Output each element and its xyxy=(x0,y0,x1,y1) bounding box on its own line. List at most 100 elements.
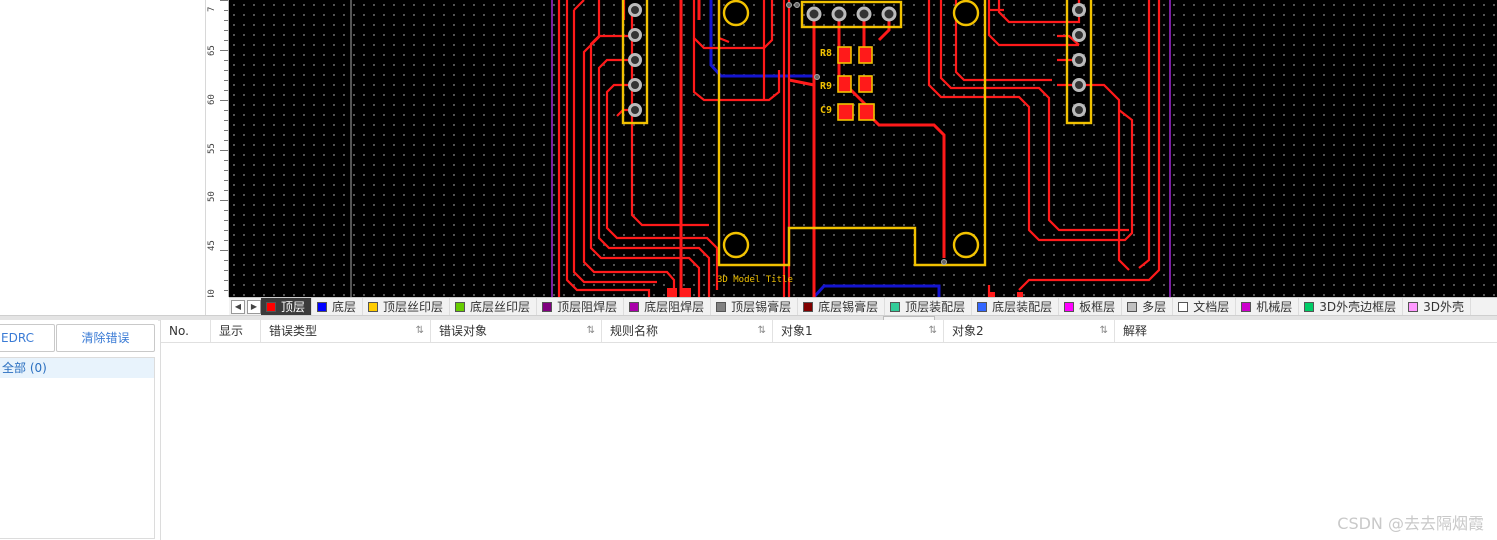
pcb-drawing: R8 R9 C9 3D Model Title xyxy=(350,0,1171,297)
column-error-object[interactable]: 错误对象 ⇅ xyxy=(431,320,602,342)
arrow-right-icon[interactable]: ▶ xyxy=(247,299,261,314)
ruler-tick xyxy=(224,260,228,261)
layer-tab-label: 顶层丝印层 xyxy=(383,300,444,314)
ruler-label: 60 xyxy=(207,94,217,105)
ruler-tick xyxy=(224,290,228,291)
drc-sidebar: EDRC 清除错误 全部 (0) xyxy=(0,320,158,540)
designator-r8: R8 xyxy=(820,48,832,59)
top-tracks-left xyxy=(557,0,791,297)
ruler-tick xyxy=(224,130,228,131)
layer-tab[interactable]: 文档层 xyxy=(1173,298,1237,315)
column-explanation[interactable]: 解释 xyxy=(1115,320,1497,342)
bottom-track xyxy=(812,284,941,297)
left-blank-panel xyxy=(0,0,206,315)
layer-tab[interactable]: 3D外壳 xyxy=(1403,298,1471,315)
layer-tab-label: 底层 xyxy=(332,300,357,314)
layer-tab-label: 顶层锡膏层 xyxy=(731,300,792,314)
layer-color-swatch xyxy=(368,301,379,312)
ruler-label: 50 xyxy=(207,191,217,202)
vertical-ruler: 7 65 60 55 50 45 40 xyxy=(206,0,229,297)
center-tracks xyxy=(679,0,946,297)
layer-color-swatch xyxy=(977,301,988,312)
layer-color-swatch xyxy=(629,301,640,312)
layer-color-swatch xyxy=(890,301,901,312)
layer-color-swatch xyxy=(1241,301,1252,312)
layer-color-swatch xyxy=(266,301,276,312)
designator-c9: C9 xyxy=(820,105,832,116)
layer-color-swatch xyxy=(716,301,727,312)
bottom-pads xyxy=(667,288,1023,297)
layer-tab[interactable]: 底层锡膏层 xyxy=(798,298,886,315)
ruler-tick xyxy=(224,230,228,231)
clear-errors-button[interactable]: 清除错误 xyxy=(56,324,155,352)
ruler-label: 55 xyxy=(207,143,217,154)
layer-tab[interactable]: 底层装配层 xyxy=(972,298,1060,315)
layer-tab[interactable]: 顶层 xyxy=(261,298,313,315)
ruler-tick xyxy=(224,10,228,11)
ruler-label: 45 xyxy=(207,240,217,251)
layer-tab-label: 板框层 xyxy=(1079,300,1116,314)
sort-icon[interactable]: ⇅ xyxy=(758,320,766,342)
layer-list: 顶层 底层 顶层丝印层 底层丝印层 顶层阻焊层 底层阻焊层 顶层锡膏层 底层锡膏层 顶层装配层 底… xyxy=(261,298,1471,315)
layer-color-swatch xyxy=(455,301,466,312)
sort-icon[interactable]: ⇅ xyxy=(1100,320,1108,342)
column-label: 错误对象 xyxy=(439,324,488,338)
layer-tab[interactable]: 顶层丝印层 xyxy=(363,298,451,315)
layer-tab[interactable]: 机械层 xyxy=(1236,298,1300,315)
column-label: 错误类型 xyxy=(269,324,318,338)
arrow-left-icon[interactable]: ◀ xyxy=(231,299,245,314)
column-no[interactable]: No. xyxy=(161,320,211,342)
ruler-tick xyxy=(220,50,228,51)
ruler-tick xyxy=(224,40,228,41)
watermark-text: CSDN @去去隔烟霞 xyxy=(1337,514,1484,533)
ruler-tick xyxy=(224,110,228,111)
layer-tab[interactable]: 顶层锡膏层 xyxy=(711,298,799,315)
column-rule-name[interactable]: 规则名称 ⇅ xyxy=(602,320,773,342)
ruler-tick xyxy=(224,220,228,221)
layer-tab-label: 3D外壳 xyxy=(1423,300,1464,314)
layer-tab[interactable]: 底层阻焊层 xyxy=(624,298,712,315)
ruler-tick xyxy=(224,270,228,271)
layer-tab[interactable]: 底层 xyxy=(312,298,364,315)
column-error-type[interactable]: 错误类型 ⇅ xyxy=(261,320,431,342)
column-object2[interactable]: 对象2 ⇅ xyxy=(944,320,1115,342)
sort-icon[interactable]: ⇅ xyxy=(416,320,424,342)
layer-tab-label: 底层丝印层 xyxy=(470,300,531,314)
ruler-tick xyxy=(224,180,228,181)
layer-tab-label: 机械层 xyxy=(1256,300,1293,314)
layer-tab-label: 底层装配层 xyxy=(992,300,1053,314)
pcb-canvas[interactable]: R8 R9 C9 3D Model Title xyxy=(229,0,1497,297)
designator-r9: R9 xyxy=(820,81,832,92)
column-object1[interactable]: 对象1 ⇅ xyxy=(773,320,944,342)
ruler-tick xyxy=(224,210,228,211)
ruler-tick xyxy=(224,280,228,281)
layer-tab[interactable]: 顶层阻焊层 xyxy=(537,298,625,315)
ruler-tick xyxy=(224,70,228,71)
column-label: 规则名称 xyxy=(610,324,659,338)
layer-tab[interactable]: 底层丝印层 xyxy=(450,298,538,315)
layer-tab-label: 底层阻焊层 xyxy=(644,300,705,314)
ruler-tick xyxy=(224,20,228,21)
ruler-label: 65 xyxy=(207,45,217,56)
ruler-tick xyxy=(224,240,228,241)
table-header: No. 显示 错误类型 ⇅ 错误对象 ⇅ 规则名称 ⇅ 对象1 ⇅ 对象2 ⇅ 解释 xyxy=(161,320,1497,343)
layer-color-swatch xyxy=(542,301,553,312)
layer-tab[interactable]: 顶层装配层 xyxy=(885,298,973,315)
tree-item-all[interactable]: 全部 (0) xyxy=(0,358,154,378)
vias xyxy=(786,2,947,265)
layer-tab-label: 文档层 xyxy=(1193,300,1230,314)
ruler-tick xyxy=(224,190,228,191)
layer-tab[interactable]: 板框层 xyxy=(1059,298,1123,315)
layer-color-swatch xyxy=(803,301,814,312)
run-drc-button[interactable]: EDRC xyxy=(0,324,55,352)
layer-color-swatch xyxy=(1064,301,1075,312)
column-display[interactable]: 显示 xyxy=(211,320,261,342)
layer-color-swatch xyxy=(1127,301,1138,312)
layer-tab[interactable]: 3D外壳边框层 xyxy=(1299,298,1404,315)
ruler-tick xyxy=(224,30,228,31)
layer-tab[interactable]: 多层 xyxy=(1122,298,1174,315)
sort-icon[interactable]: ⇅ xyxy=(587,320,595,342)
ruler-label: 40 xyxy=(207,289,217,297)
ruler-tick xyxy=(224,140,228,141)
sort-icon[interactable]: ⇅ xyxy=(929,320,937,342)
